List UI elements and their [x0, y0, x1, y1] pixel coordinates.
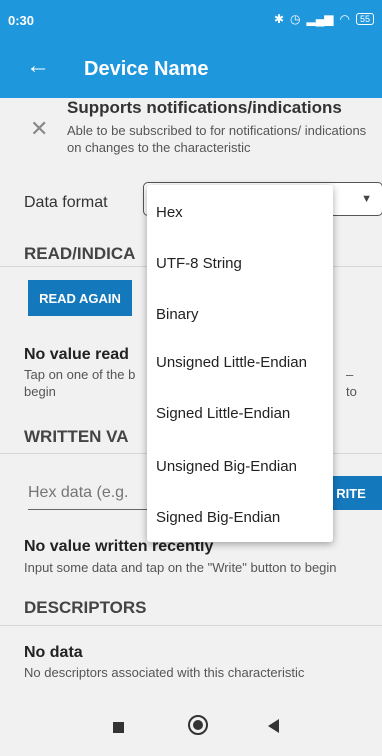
close-icon: ✕	[30, 116, 49, 141]
no-value-read-desc-line2: begin	[24, 384, 56, 399]
no-value-read-desc-right: – to	[346, 367, 357, 399]
arrow-left-icon[interactable]: ←	[26, 54, 50, 78]
data-format-label: Data format	[24, 194, 108, 211]
dropdown-option-unsigned-be[interactable]: Unsigned Big-Endian	[156, 458, 297, 475]
page-title: Device Name	[84, 58, 209, 80]
no-value-read-desc-left: Tap on one of the b	[24, 367, 136, 382]
notifications-description: Able to be subscribed to for notificatio…	[67, 123, 367, 155]
no-value-written-description: Input some data and tap on the "Write" b…	[24, 560, 337, 575]
back-icon[interactable]	[268, 719, 279, 733]
written-section-heading: WRITTEN VA	[24, 427, 129, 446]
dropdown-option-hex[interactable]: Hex	[156, 204, 183, 221]
system-nav-bar	[0, 698, 382, 756]
dropdown-option-signed-le[interactable]: Signed Little-Endian	[156, 405, 290, 422]
read-again-button[interactable]: READ AGAIN	[28, 280, 132, 316]
status-icons: ✱ ◷ ▂▄▆ ◠ 55	[274, 12, 374, 26]
dropdown-option-utf8[interactable]: UTF-8 String	[156, 255, 242, 272]
battery-icon: 55	[355, 13, 374, 25]
dropdown-option-binary[interactable]: Binary	[156, 306, 199, 323]
no-data-description: No descriptors associated with this char…	[24, 665, 305, 680]
wifi-icon: ◠	[339, 12, 350, 26]
caret-down-icon: ▼	[361, 193, 372, 205]
divider	[0, 625, 382, 626]
recents-icon[interactable]	[113, 722, 124, 733]
status-time: 0:30	[8, 13, 35, 28]
read-section-heading: READ/INDICA	[24, 244, 136, 263]
dropdown-option-signed-be[interactable]: Signed Big-Endian	[156, 509, 280, 526]
notifications-title: Supports notifications/indications	[67, 98, 342, 117]
dropdown-option-unsigned-le[interactable]: Unsigned Little-Endian	[156, 354, 307, 371]
bluetooth-icon: ✱	[273, 12, 285, 26]
signal-icon: ▂▄▆	[306, 12, 334, 26]
no-data-title: No data	[24, 644, 83, 661]
alarm-icon: ◷	[290, 12, 301, 26]
home-icon[interactable]	[188, 715, 208, 735]
status-bar: 0:30 ✱ ◷ ▂▄▆ ◠ 55	[0, 0, 382, 40]
data-format-dropdown: Hex UTF-8 String Binary Unsigned Little-…	[147, 185, 333, 542]
no-value-read-title: No value read	[24, 346, 129, 363]
descriptors-heading: DESCRIPTORS	[24, 598, 147, 617]
app-bar: ← Device Name	[0, 40, 382, 98]
